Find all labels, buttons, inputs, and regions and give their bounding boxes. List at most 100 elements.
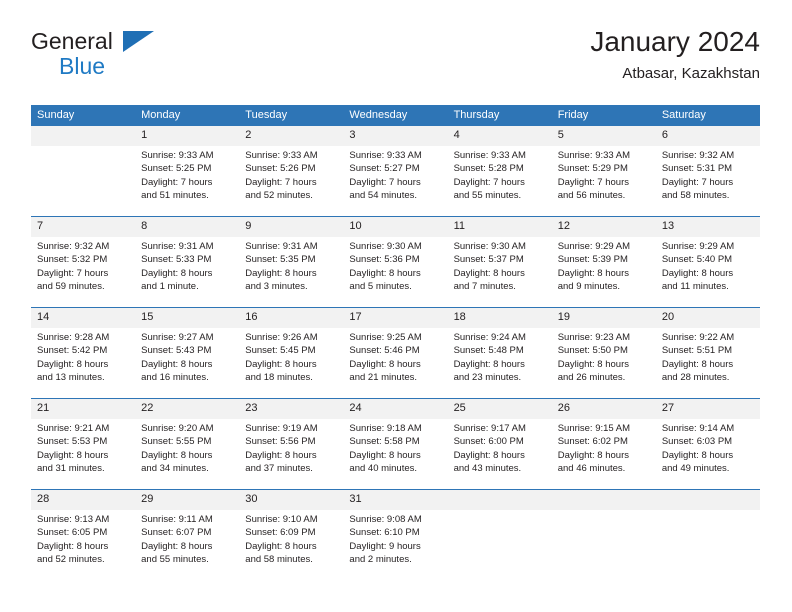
sunset-text: Sunset: 5:45 PM — [245, 345, 316, 357]
daylight-text-line2: and 21 minutes. — [349, 371, 418, 383]
daylight-text-line1: Daylight: 8 hours — [37, 540, 109, 552]
calendar-day-cell[interactable]: 12 Sunrise: 9:29 AM Sunset: 5:39 PM Dayligh… — [551, 216, 656, 308]
calendar-day-cell[interactable] — [447, 489, 552, 580]
sunrise-text: Sunrise: 9:18 AM — [349, 423, 422, 434]
sunrise-text: Sunrise: 9:22 AM — [661, 332, 735, 343]
daylight-text-line2: and 56 minutes. — [557, 189, 626, 201]
day-details: Sunrise: 9:29 AM Sunset: 5:40 PM Daylight:… — [656, 237, 760, 293]
title-block: January 2024 Atbasar, Kazakhstan — [590, 24, 760, 85]
calendar-day-cell[interactable]: 24 Sunrise: 9:18 AM Sunset: 5:58 PM Dayligh… — [343, 398, 448, 490]
sunset-text: Sunset: 5:50 PM — [557, 345, 628, 357]
daylight-text-line2: and 55 minutes. — [453, 189, 522, 201]
sunset-text: Sunset: 5:32 PM — [37, 254, 108, 266]
weekday-header-friday: Friday — [551, 105, 656, 126]
calendar-day: 10 Sunrise: 9:30 AM Sunset: 5:36 PM Dayligh… — [343, 217, 448, 307]
calendar-day-cell[interactable]: 9 Sunrise: 9:31 AM Sunset: 5:35 PM Daylight… — [239, 216, 344, 308]
calendar-day-cell[interactable]: 30 Sunrise: 9:10 AM Sunset: 6:09 PM Dayligh… — [239, 489, 344, 580]
calendar-day-cell[interactable]: 29 Sunrise: 9:11 AM Sunset: 6:07 PM Dayligh… — [135, 489, 240, 580]
day-details: Sunrise: 9:25 AM Sunset: 5:46 PM Daylight:… — [343, 328, 447, 384]
calendar-day: 4 Sunrise: 9:33 AM Sunset: 5:28 PM Daylight… — [447, 126, 552, 216]
day-number: 12 — [551, 217, 656, 237]
calendar-day-cell[interactable]: 27 Sunrise: 9:14 AM Sunset: 6:03 PM Dayligh… — [655, 398, 760, 490]
day-details: Sunrise: 9:20 AM Sunset: 5:55 PM Daylight:… — [135, 419, 239, 475]
calendar-day-cell[interactable]: 4 Sunrise: 9:33 AM Sunset: 5:28 PM Daylight… — [447, 126, 552, 217]
calendar-day-cell[interactable]: 17 Sunrise: 9:25 AM Sunset: 5:46 PM Dayligh… — [343, 307, 448, 399]
weekday-header-tuesday: Tuesday — [239, 105, 344, 126]
daylight-text-line2: and 49 minutes. — [661, 462, 730, 474]
calendar-day-cell[interactable]: 7 Sunrise: 9:32 AM Sunset: 5:32 PM Daylight… — [31, 216, 136, 308]
calendar-day-cell[interactable]: 1 Sunrise: 9:33 AM Sunset: 5:25 PM Daylight… — [135, 126, 240, 217]
calendar-day: 20 Sunrise: 9:22 AM Sunset: 5:51 PM Dayligh… — [655, 308, 760, 398]
calendar-day-cell[interactable]: 26 Sunrise: 9:15 AM Sunset: 6:02 PM Dayligh… — [551, 398, 656, 490]
calendar-day-cell[interactable]: 25 Sunrise: 9:17 AM Sunset: 6:00 PM Dayligh… — [447, 398, 552, 490]
sunset-text: Sunset: 5:58 PM — [349, 436, 420, 448]
calendar-day-cell[interactable]: 21 Sunrise: 9:21 AM Sunset: 5:53 PM Dayligh… — [31, 398, 136, 490]
calendar-day-cell[interactable]: 28 Sunrise: 9:13 AM Sunset: 6:05 PM Dayligh… — [31, 489, 136, 580]
calendar-day-cell[interactable]: 8 Sunrise: 9:31 AM Sunset: 5:33 PM Daylight… — [135, 216, 240, 308]
calendar-day-cell[interactable] — [655, 489, 760, 580]
sunrise-text: Sunrise: 9:15 AM — [557, 423, 631, 434]
daylight-text-line1: Daylight: 9 hours — [349, 540, 421, 552]
calendar-day-cell[interactable]: 2 Sunrise: 9:33 AM Sunset: 5:26 PM Daylight… — [239, 126, 344, 217]
daylight-text-line2: and 23 minutes. — [453, 371, 522, 383]
day-number: 8 — [135, 217, 240, 237]
calendar-day-cell[interactable]: 31 Sunrise: 9:08 AM Sunset: 6:10 PM Dayligh… — [343, 489, 448, 580]
calendar-day-empty — [31, 126, 136, 216]
day-details: Sunrise: 9:33 AM Sunset: 5:25 PM Daylight:… — [135, 146, 239, 202]
day-number: 28 — [31, 490, 136, 510]
daylight-text-line1: Daylight: 8 hours — [349, 267, 421, 279]
calendar-day-cell[interactable]: 10 Sunrise: 9:30 AM Sunset: 5:36 PM Dayligh… — [343, 216, 448, 308]
sunrise-text: Sunrise: 9:26 AM — [245, 332, 318, 343]
calendar-day-cell[interactable]: 5 Sunrise: 9:33 AM Sunset: 5:29 PM Daylight… — [551, 126, 656, 217]
day-details: Sunrise: 9:21 AM Sunset: 5:53 PM Daylight:… — [31, 419, 135, 475]
sunset-text: Sunset: 5:51 PM — [661, 345, 733, 357]
daylight-text-line2: and 28 minutes. — [661, 371, 730, 383]
calendar-day: 19 Sunrise: 9:23 AM Sunset: 5:50 PM Dayligh… — [551, 308, 656, 398]
day-details: Sunrise: 9:33 AM Sunset: 5:28 PM Daylight:… — [448, 146, 552, 202]
calendar-day-cell[interactable]: 13 Sunrise: 9:29 AM Sunset: 5:40 PM Dayligh… — [655, 216, 760, 308]
sunset-text: Sunset: 6:07 PM — [141, 527, 212, 539]
day-number: 6 — [655, 126, 760, 146]
calendar-day-cell[interactable]: 19 Sunrise: 9:23 AM Sunset: 5:50 PM Dayligh… — [551, 307, 656, 399]
day-number: 14 — [31, 308, 136, 328]
day-details: Sunrise: 9:27 AM Sunset: 5:43 PM Daylight:… — [135, 328, 239, 384]
calendar-day-cell[interactable] — [551, 489, 656, 580]
calendar-day: 9 Sunrise: 9:31 AM Sunset: 5:35 PM Daylight… — [239, 217, 344, 307]
daylight-text-line2: and 31 minutes. — [37, 462, 105, 474]
calendar-day: 13 Sunrise: 9:29 AM Sunset: 5:40 PM Dayligh… — [655, 217, 760, 307]
calendar-day-cell[interactable]: 16 Sunrise: 9:26 AM Sunset: 5:45 PM Dayligh… — [239, 307, 344, 399]
calendar-day-cell[interactable]: 15 Sunrise: 9:27 AM Sunset: 5:43 PM Dayligh… — [135, 307, 240, 399]
sunrise-text: Sunrise: 9:30 AM — [453, 241, 526, 252]
daylight-text-line2: and 37 minutes. — [245, 462, 313, 474]
sunset-text: Sunset: 6:00 PM — [453, 436, 524, 448]
calendar-day: 1 Sunrise: 9:33 AM Sunset: 5:25 PM Daylight… — [135, 126, 240, 216]
calendar-day-cell[interactable]: 23 Sunrise: 9:19 AM Sunset: 5:56 PM Dayligh… — [239, 398, 344, 490]
calendar-day: 21 Sunrise: 9:21 AM Sunset: 5:53 PM Dayligh… — [31, 399, 136, 489]
general-blue-logo[interactable]: General Blue — [31, 28, 271, 78]
calendar-day-cell[interactable]: 11 Sunrise: 9:30 AM Sunset: 5:37 PM Dayligh… — [447, 216, 552, 308]
daylight-text-line1: Daylight: 8 hours — [141, 540, 213, 552]
calendar-day-cell[interactable]: 3 Sunrise: 9:33 AM Sunset: 5:27 PM Daylight… — [343, 126, 448, 217]
calendar-day-cell[interactable]: 6 Sunrise: 9:32 AM Sunset: 5:31 PM Daylight… — [655, 126, 760, 217]
calendar-day-cell[interactable]: 22 Sunrise: 9:20 AM Sunset: 5:55 PM Dayligh… — [135, 398, 240, 490]
sunset-text: Sunset: 5:55 PM — [141, 436, 212, 448]
day-number: 2 — [239, 126, 344, 146]
daylight-text-line2: and 13 minutes. — [37, 371, 105, 383]
day-number: 17 — [343, 308, 448, 328]
daylight-text-line2: and 43 minutes. — [453, 462, 522, 474]
calendar-day-cell[interactable]: 14 Sunrise: 9:28 AM Sunset: 5:42 PM Dayligh… — [31, 307, 136, 399]
sunset-text: Sunset: 5:48 PM — [453, 345, 524, 357]
daylight-text-line1: Daylight: 7 hours — [37, 267, 109, 279]
calendar-page: General Blue January 2024 Atbasar, Kazak… — [0, 0, 792, 612]
daylight-text-line2: and 58 minutes. — [245, 553, 313, 565]
daylight-text-line2: and 11 minutes. — [661, 280, 729, 292]
day-number: 21 — [31, 399, 136, 419]
calendar-day-cell[interactable]: 20 Sunrise: 9:22 AM Sunset: 5:51 PM Dayligh… — [655, 307, 760, 399]
calendar-day: 12 Sunrise: 9:29 AM Sunset: 5:39 PM Dayligh… — [551, 217, 656, 307]
sunset-text: Sunset: 5:40 PM — [661, 254, 733, 266]
daylight-text-line1: Daylight: 8 hours — [245, 358, 317, 370]
daylight-text-line1: Daylight: 8 hours — [37, 358, 109, 370]
calendar-day-cell[interactable] — [31, 126, 136, 217]
day-number: 10 — [343, 217, 448, 237]
calendar-day-cell[interactable]: 18 Sunrise: 9:24 AM Sunset: 5:48 PM Dayligh… — [447, 307, 552, 399]
